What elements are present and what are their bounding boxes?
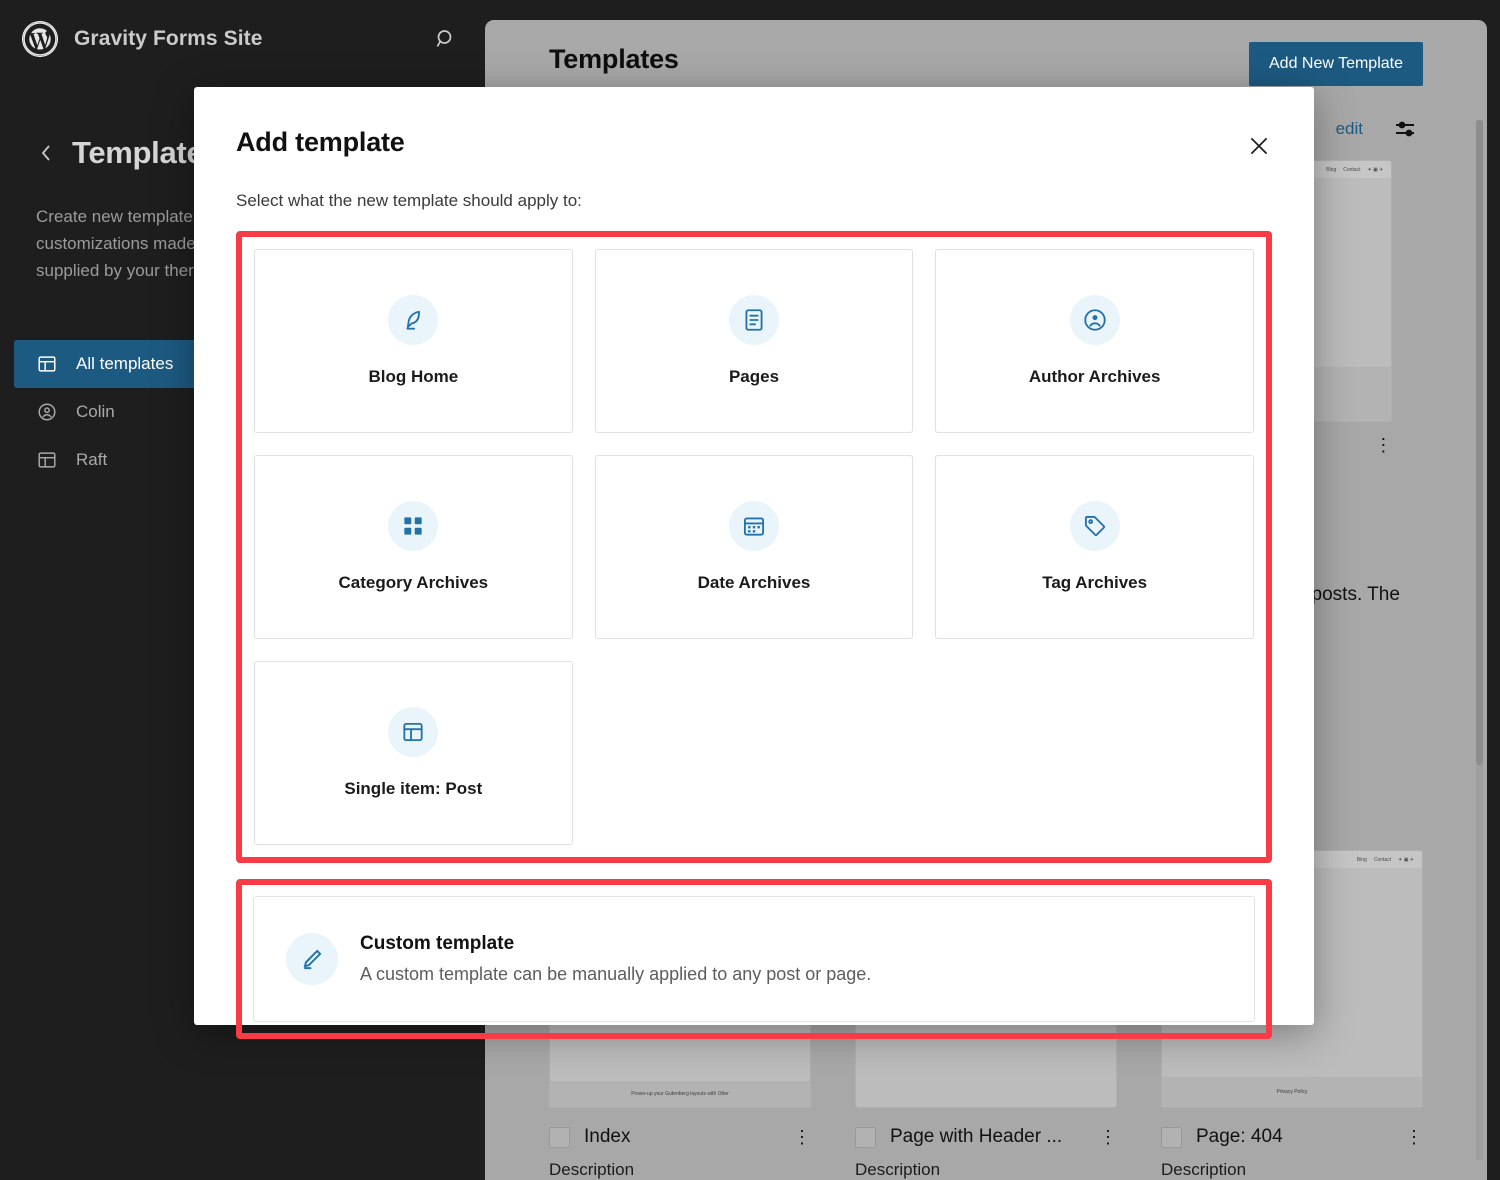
option-label: Category Archives: [338, 573, 489, 592]
template-options-grid: Blog Home Pages Author Archives Category…: [254, 249, 1254, 845]
option-placeholder: [935, 661, 1254, 845]
modal-title: Add template: [236, 127, 405, 157]
option-blog-home[interactable]: Blog Home: [254, 249, 573, 433]
modal-subtitle: Select what the new template should appl…: [236, 191, 582, 210]
add-template-modal: Add template Select what the new templat…: [194, 87, 1314, 1039]
calendar-icon: [728, 501, 779, 551]
tag-icon: [1069, 501, 1120, 551]
template-options-highlight: Blog Home Pages Author Archives Category…: [236, 231, 1272, 863]
option-label: Pages: [728, 367, 780, 386]
pencil-icon: [286, 933, 338, 985]
option-label: Tag Archives: [1042, 573, 1148, 592]
option-label: Blog Home: [368, 367, 459, 386]
close-icon[interactable]: [1242, 129, 1276, 163]
option-single-item-post[interactable]: Single item: Post: [254, 661, 573, 845]
document-icon: [728, 295, 779, 345]
option-label: Date Archives: [697, 573, 811, 592]
option-pages[interactable]: Pages: [594, 249, 914, 433]
user-circle-icon: [1069, 295, 1120, 345]
option-category-archives[interactable]: Category Archives: [254, 455, 573, 639]
modal-overlay: Add template Select what the new templat…: [0, 0, 1500, 1180]
option-date-archives[interactable]: Date Archives: [594, 455, 914, 639]
option-tag-archives[interactable]: Tag Archives: [935, 455, 1254, 639]
layout-icon: [388, 707, 439, 757]
option-author-archives[interactable]: Author Archives: [935, 249, 1254, 433]
custom-template-description: A custom template can be manually applie…: [360, 964, 872, 984]
modal-header: Add template: [236, 127, 1272, 163]
custom-template-highlight: Custom template A custom template can be…: [236, 879, 1272, 1039]
custom-template-title: Custom template: [360, 933, 515, 954]
option-label: Author Archives: [1028, 367, 1161, 386]
grid-icon: [388, 501, 439, 551]
option-label: Single item: Post: [344, 779, 483, 798]
custom-template-option[interactable]: Custom template A custom template can be…: [253, 896, 1255, 1022]
option-placeholder: [594, 661, 914, 845]
feather-icon: [388, 295, 439, 345]
